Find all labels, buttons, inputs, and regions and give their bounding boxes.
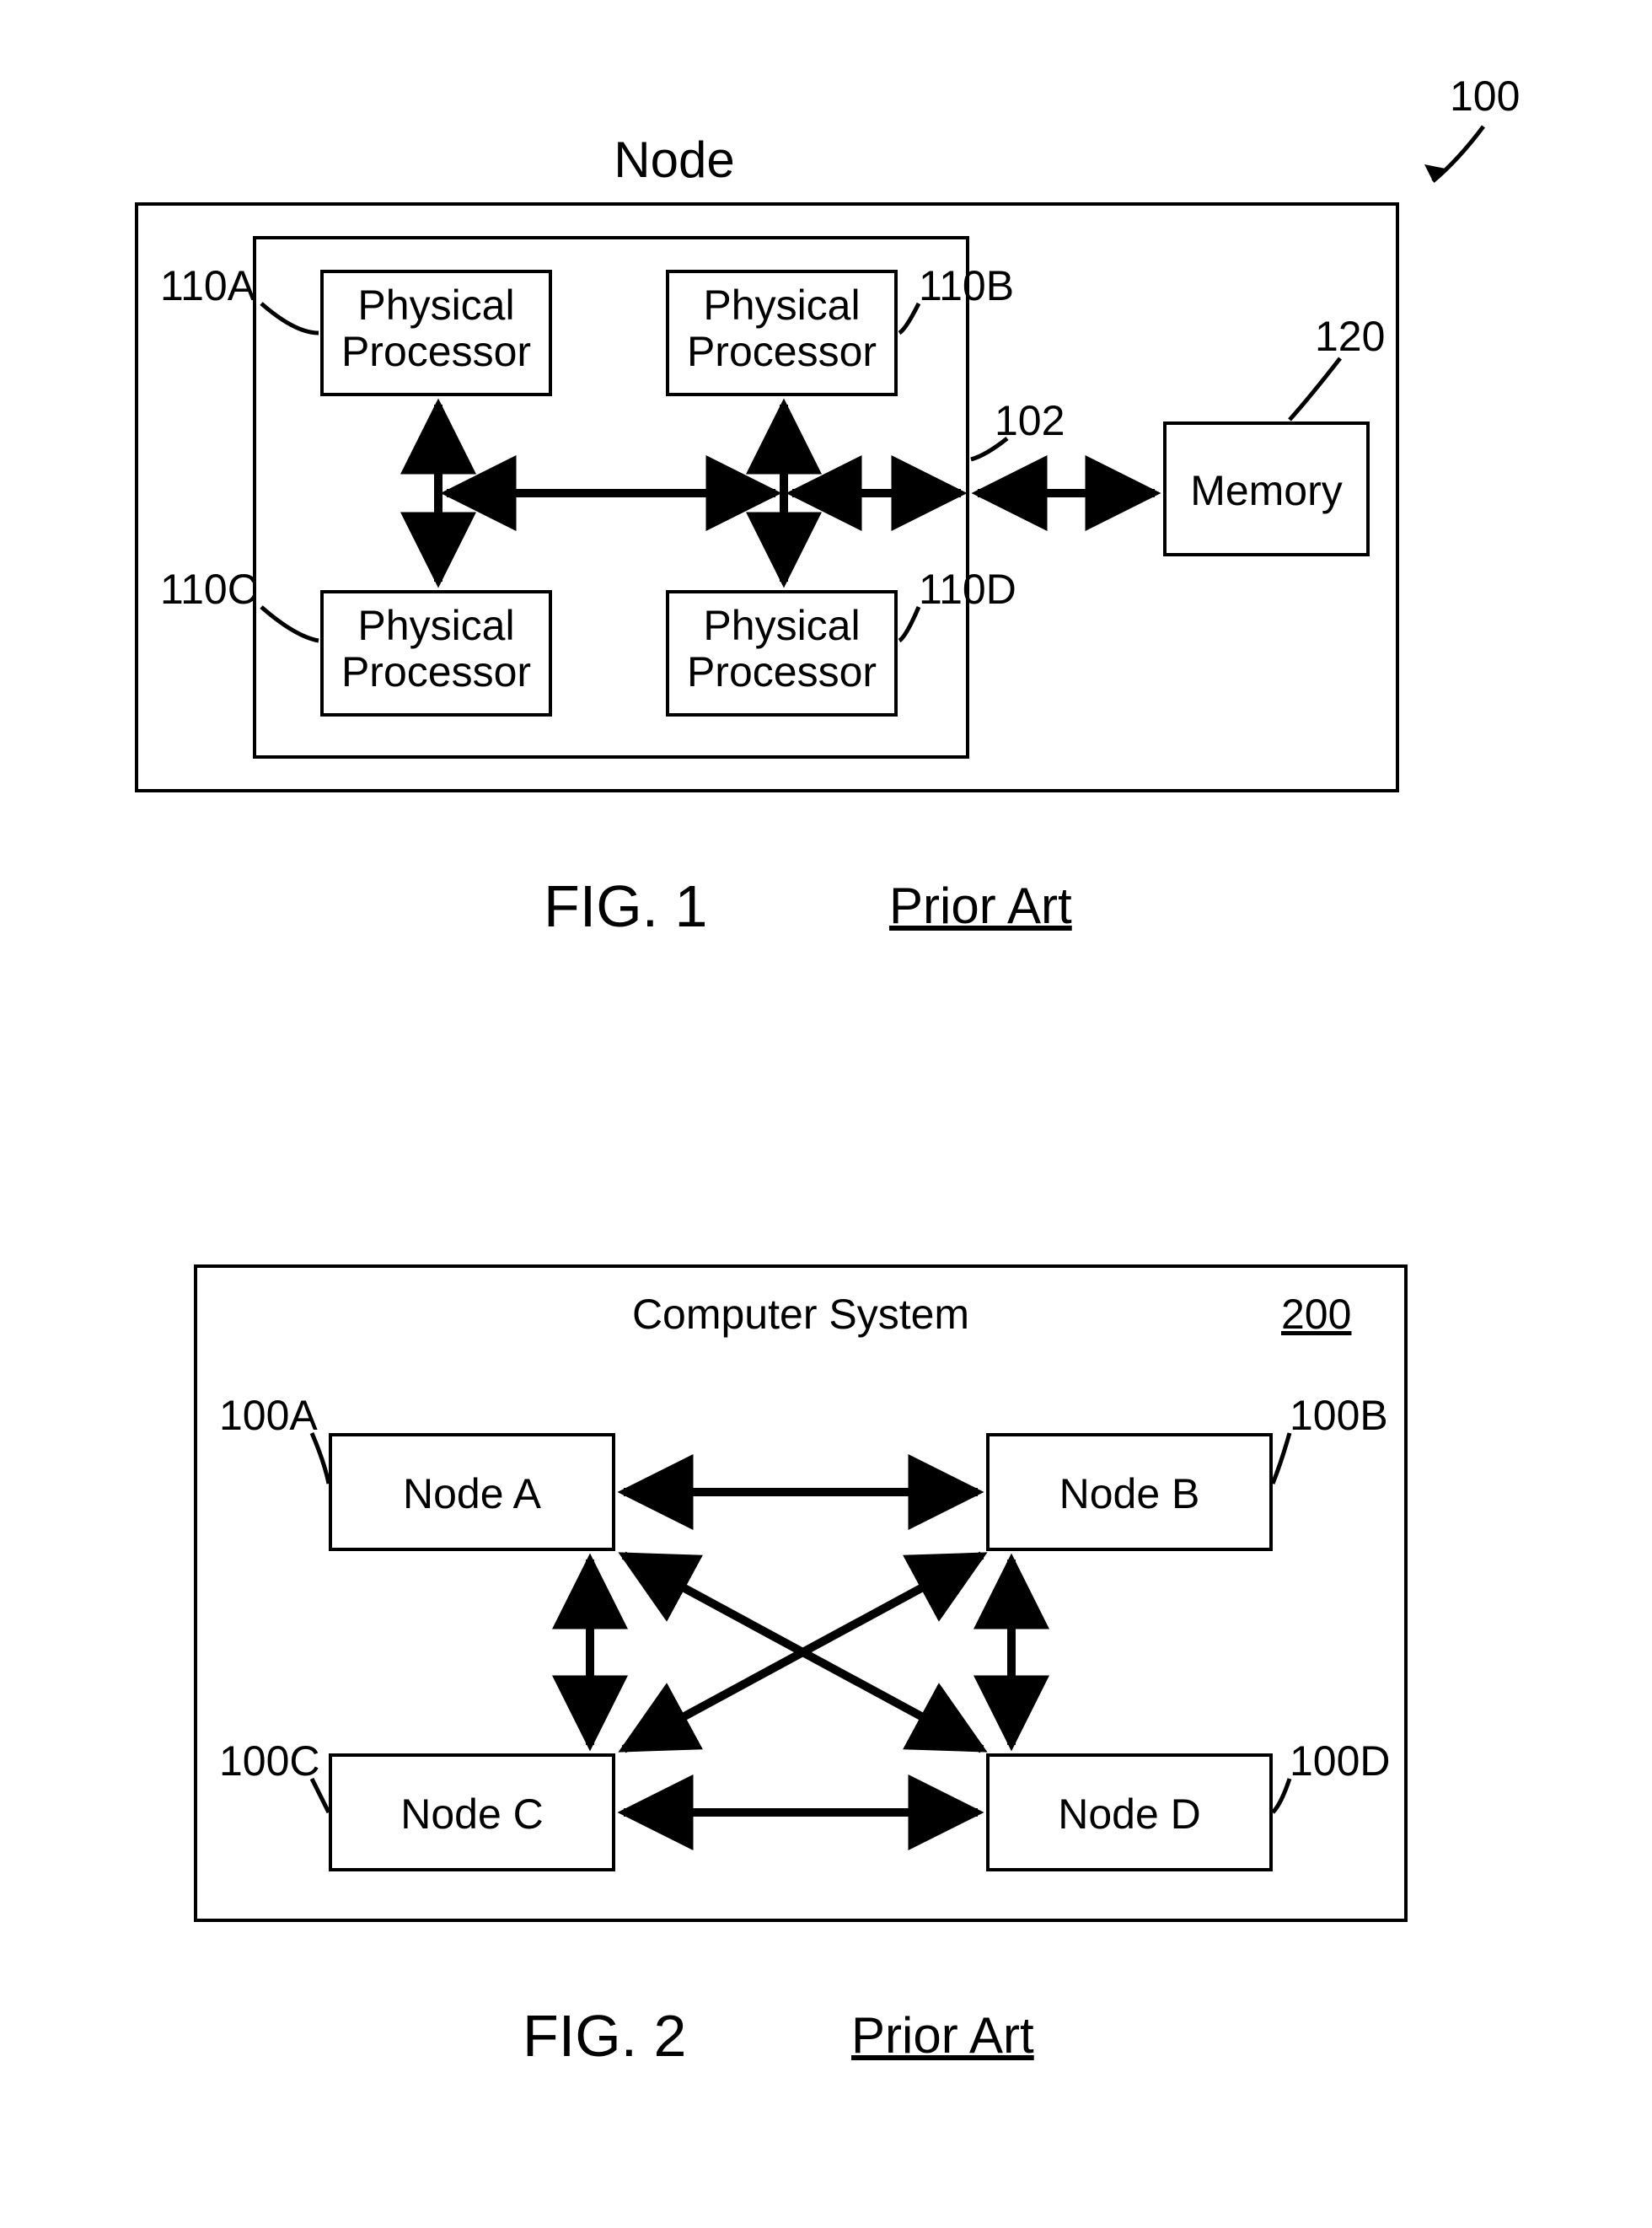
fig1-ref-120: 120 [1315,312,1385,361]
fig2-ref-100a: 100A [219,1391,318,1440]
fig1-ref-100: 100 [1450,72,1520,121]
fig1-proc-c-label: PhysicalProcessor [320,603,552,695]
fig1-ref-110c: 110C [160,565,258,614]
fig1-ref-110b: 110B [919,261,1014,310]
fig1-caption-fig: FIG. 1 [544,872,707,940]
fig1-proc-b-label: PhysicalProcessor [666,282,898,375]
fig2-node-a-label: Node A [329,1471,615,1517]
diagram-canvas: PhysicalProcessor PhysicalProcessor Phys… [0,0,1652,2228]
fig2-caption-prior: Prior Art [851,2006,1034,2064]
fig1-proc-d-label: PhysicalProcessor [666,603,898,695]
fig1-ref-102: 102 [995,396,1065,445]
fig1-caption-prior: Prior Art [889,877,1072,935]
fig2-ref-100d: 100D [1290,1737,1391,1785]
fig1-ref-110d: 110D [919,565,1016,614]
fig1-proc-a-label: PhysicalProcessor [320,282,552,375]
fig2-node-c-label: Node C [329,1791,615,1838]
fig2-ref-100b: 100B [1290,1391,1388,1440]
fig1-memory-label: Memory [1163,468,1370,514]
fig2-title: Computer System [590,1290,1011,1339]
fig1-ref-110a: 110A [160,261,255,310]
fig2-node-b-label: Node B [986,1471,1273,1517]
fig2-node-d-label: Node D [986,1791,1273,1838]
fig2-caption-fig: FIG. 2 [523,2002,686,2070]
fig2-ref-100c: 100C [219,1737,320,1785]
fig2-ref-200: 200 [1281,1290,1351,1339]
fig1-title: Node [590,131,759,189]
